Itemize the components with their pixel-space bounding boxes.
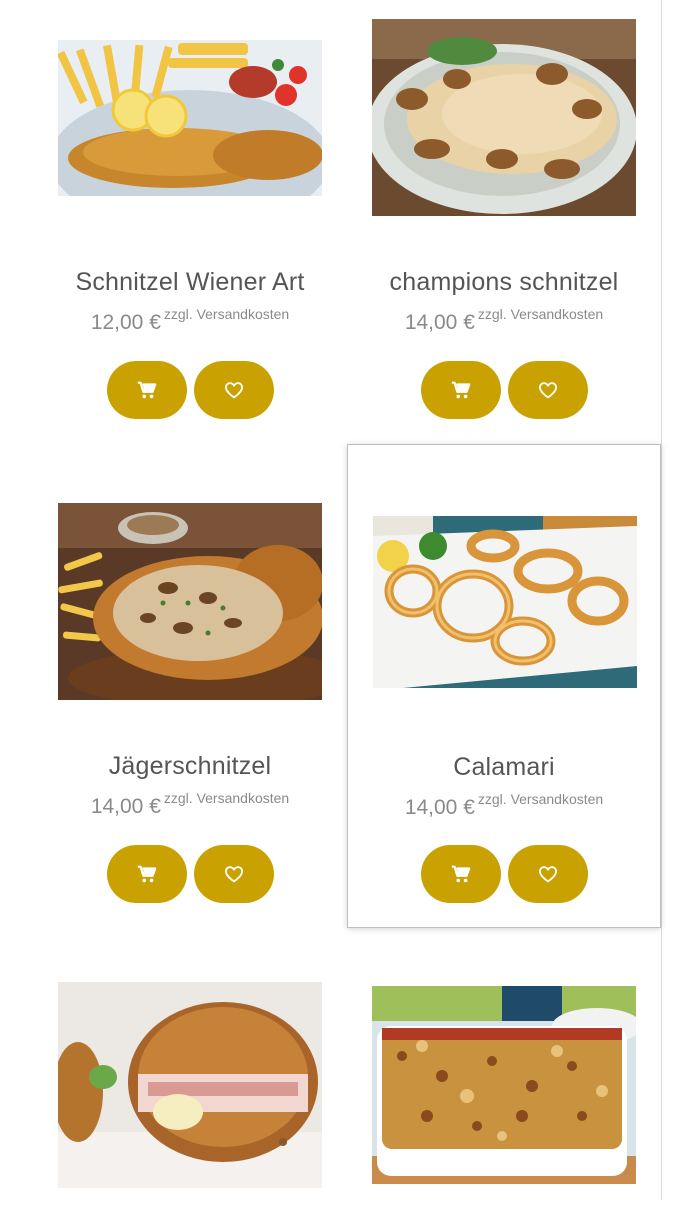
product-price: 14,00 €	[404, 310, 475, 334]
heart-icon	[225, 382, 243, 399]
cart-icon	[451, 865, 471, 883]
product-title[interactable]: Schnitzel Wiener Art	[33, 268, 347, 297]
product-card[interactable]	[33, 928, 347, 1228]
product-title[interactable]: Calamari	[348, 753, 660, 782]
product-image[interactable]	[373, 516, 637, 688]
fried-calamari-rings-photo	[373, 516, 637, 688]
grid-divider	[661, 0, 662, 1200]
product-image[interactable]	[58, 40, 322, 196]
heart-icon	[539, 382, 557, 399]
heart-icon	[539, 866, 557, 883]
price-line: 12,00 € zzgl. Versandkosten	[33, 306, 347, 335]
price-line: 14,00 € zzgl. Versandkosten	[348, 791, 660, 820]
add-to-wishlist-button[interactable]	[508, 845, 588, 903]
heart-icon	[225, 866, 243, 883]
cart-icon	[451, 381, 471, 399]
cart-icon	[137, 865, 157, 883]
add-to-wishlist-button[interactable]	[508, 361, 588, 419]
lasagne-casserole-photo	[372, 986, 636, 1184]
price-line: 14,00 € zzgl. Versandkosten	[33, 790, 347, 819]
shipping-note[interactable]: zzgl. Versandkosten	[164, 790, 289, 806]
product-card[interactable]: champions schnitzel 14,00 € zzgl. Versand…	[347, 0, 661, 445]
product-price: 14,00 €	[90, 794, 161, 818]
add-to-wishlist-button[interactable]	[194, 361, 274, 419]
product-title[interactable]: Jägerschnitzel	[33, 752, 347, 781]
add-to-cart-button[interactable]	[107, 361, 187, 419]
product-title[interactable]: champions schnitzel	[347, 268, 661, 297]
product-image[interactable]	[58, 982, 322, 1188]
product-card[interactable]	[347, 928, 661, 1228]
add-to-cart-button[interactable]	[421, 845, 501, 903]
cordon-bleu-photo	[58, 982, 322, 1188]
shipping-note[interactable]: zzgl. Versandkosten	[478, 306, 603, 322]
cart-icon	[137, 381, 157, 399]
add-to-cart-button[interactable]	[107, 845, 187, 903]
jaegerschnitzel-photo	[58, 503, 322, 700]
product-price: 14,00 €	[404, 795, 475, 819]
product-price: 12,00 €	[90, 310, 161, 334]
product-image[interactable]	[372, 986, 636, 1184]
product-image[interactable]	[58, 503, 322, 700]
price-line: 14,00 € zzgl. Versandkosten	[347, 306, 661, 335]
add-to-wishlist-button[interactable]	[194, 845, 274, 903]
add-to-cart-button[interactable]	[421, 361, 501, 419]
shipping-note[interactable]: zzgl. Versandkosten	[164, 306, 289, 322]
product-card[interactable]: Schnitzel Wiener Art 12,00 € zzgl. Versan…	[33, 0, 347, 445]
shipping-note[interactable]: zzgl. Versandkosten	[478, 791, 603, 807]
chicken-mushroom-sauce-photo	[372, 19, 636, 216]
product-card[interactable]: Calamari 14,00 € zzgl. Versandkosten	[347, 444, 661, 928]
product-image[interactable]	[372, 19, 636, 216]
product-card[interactable]: Jägerschnitzel 14,00 € zzgl. Versandkoste…	[33, 444, 347, 928]
schnitzel-fries-lemon-photo	[58, 40, 322, 196]
